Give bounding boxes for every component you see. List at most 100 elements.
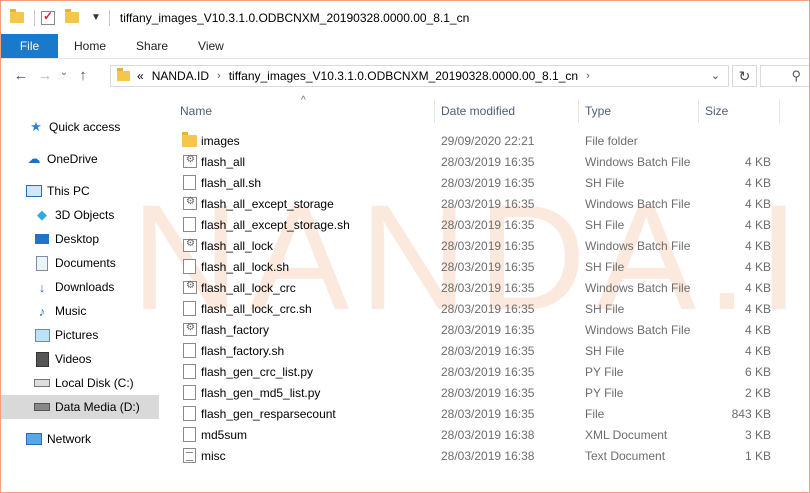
file-type: XML Document: [585, 427, 668, 442]
column-divider[interactable]: [779, 99, 780, 123]
search-box[interactable]: ⚲: [760, 65, 809, 87]
column-header-name[interactable]: Name: [180, 97, 212, 125]
breadcrumb-nanda-id[interactable]: NANDA.ID: [152, 69, 209, 83]
file-type: SH File: [585, 217, 625, 232]
tab-file[interactable]: File: [1, 34, 58, 58]
file-name: md5sum: [201, 427, 248, 442]
file-size: 4 KB: [744, 154, 771, 169]
tab-home[interactable]: Home: [58, 34, 121, 58]
file-type: Windows Batch File: [585, 280, 691, 295]
table-row[interactable]: flash_all.sh 28/03/2019 16:35 SH File 4 KB: [171, 172, 781, 193]
address-overflow[interactable]: «: [137, 69, 144, 83]
file-date-modified: 28/03/2019 16:35: [441, 259, 535, 274]
ribbon-tabs: File Home Share View: [1, 34, 809, 59]
forward-arrow-icon[interactable]: →: [33, 67, 57, 84]
refresh-icon[interactable]: ↻: [732, 65, 757, 87]
table-row[interactable]: images 29/09/2020 22:21 File folder: [171, 130, 781, 151]
file-date-modified: 28/03/2019 16:38: [441, 427, 535, 442]
sidebar-item-3d-objects[interactable]: ◆ 3D Objects: [1, 203, 192, 227]
file-name: flash_factory: [201, 322, 270, 337]
file-icon: [183, 217, 196, 232]
column-divider[interactable]: [434, 99, 435, 123]
sidebar-item-videos[interactable]: Videos: [1, 347, 192, 371]
breadcrumb-chevron-icon[interactable]: ›: [217, 70, 221, 82]
table-row[interactable]: flash_all_lock_crc.sh 28/03/2019 16:35 SH …: [171, 298, 781, 319]
address-dropdown-chevron-icon[interactable]: ⌄: [711, 69, 720, 82]
sidebar-item-quick-access[interactable]: ★ Quick access: [1, 115, 186, 139]
sidebar-item-label: Local Disk (C:): [55, 376, 134, 390]
sidebar-item-label: Downloads: [55, 280, 115, 294]
column-header-date-modified[interactable]: Date modified: [441, 97, 515, 125]
sidebar-item-local-disk-c[interactable]: Local Disk (C:): [1, 371, 192, 395]
sidebar-item-label: Data Media (D:): [55, 400, 140, 414]
sidebar-item-label: Videos: [55, 352, 92, 366]
batch-file-icon: [183, 280, 197, 294]
sidebar-item-onedrive[interactable]: ☁ OneDrive: [1, 147, 184, 171]
sidebar-item-label: 3D Objects: [55, 208, 115, 222]
table-row[interactable]: flash_factory 28/03/2019 16:35 Windows Bat…: [171, 319, 781, 340]
sidebar-item-this-pc[interactable]: This PC: [1, 179, 184, 203]
table-row[interactable]: flash_all_lock.sh 28/03/2019 16:35 SH File…: [171, 256, 781, 277]
tab-share[interactable]: Share: [121, 34, 183, 58]
table-row[interactable]: flash_gen_resparsecount 28/03/2019 16:35 F…: [171, 403, 781, 424]
customize-toolbar-chevron-down-icon[interactable]: ▼: [91, 12, 101, 23]
folder-icon[interactable]: [10, 9, 24, 23]
sidebar-item-label: Music: [55, 304, 87, 318]
table-row[interactable]: flash_all_lock_crc 28/03/2019 16:35 Window…: [171, 277, 781, 298]
table-row[interactable]: flash_all_except_storage.sh 28/03/2019 16…: [171, 214, 781, 235]
network-icon: [26, 431, 42, 447]
file-type: PY File: [585, 385, 624, 400]
back-arrow-icon[interactable]: ←: [9, 67, 33, 84]
address-bar[interactable]: « NANDA.ID › tiffany_images_V10.3.1.0.OD…: [110, 65, 729, 87]
file-type: SH File: [585, 343, 625, 358]
window-title: tiffany_images_V10.3.1.0.ODBCNXM_2019032…: [119, 10, 470, 25]
up-arrow-icon[interactable]: ↑: [71, 67, 95, 84]
batch-file-icon: [183, 238, 197, 252]
sidebar-item-pictures[interactable]: Pictures: [1, 323, 192, 347]
sidebar-item-network[interactable]: Network: [1, 427, 184, 451]
column-divider[interactable]: [698, 99, 699, 123]
file-size: 4 KB: [744, 259, 771, 274]
breadcrumb-chevron-icon[interactable]: ›: [586, 70, 590, 82]
table-row[interactable]: md5sum 28/03/2019 16:38 XML Document 3 KB: [171, 424, 781, 445]
file-size: 1 KB: [744, 448, 771, 463]
sidebar-item-label: This PC: [47, 184, 90, 198]
table-row[interactable]: flash_gen_crc_list.py 28/03/2019 16:35 PY …: [171, 361, 781, 382]
sidebar-item-label: Desktop: [55, 232, 100, 246]
file-date-modified: 28/03/2019 16:35: [441, 364, 535, 379]
properties-icon[interactable]: [41, 9, 55, 25]
new-folder-icon[interactable]: [65, 9, 79, 23]
sidebar-item-music[interactable]: ♪ Music: [1, 299, 192, 323]
file-type: SH File: [585, 259, 625, 274]
table-row[interactable]: flash_factory.sh 28/03/2019 16:35 SH File 4…: [171, 340, 781, 361]
file-size: 3 KB: [744, 427, 771, 442]
file-name: images: [201, 133, 240, 148]
column-header-type[interactable]: Type: [585, 97, 611, 125]
column-header-size[interactable]: Size: [705, 97, 728, 125]
column-divider[interactable]: [578, 99, 579, 123]
batch-file-icon: [183, 322, 197, 336]
sidebar-item-desktop[interactable]: Desktop: [1, 227, 192, 251]
file-size: 843 KB: [731, 406, 771, 421]
video-icon: [34, 351, 50, 367]
sidebar-item-downloads[interactable]: ↓ Downloads: [1, 275, 192, 299]
sidebar-item-documents[interactable]: Documents: [1, 251, 192, 275]
tab-view[interactable]: View: [183, 34, 239, 58]
breadcrumb-current-folder[interactable]: tiffany_images_V10.3.1.0.ODBCNXM_2019032…: [229, 69, 578, 83]
table-row[interactable]: flash_all_lock 28/03/2019 16:35 Windows Ba…: [171, 235, 781, 256]
recent-locations-chevron-icon[interactable]: ⌄: [57, 67, 71, 84]
file-name: misc: [201, 448, 226, 463]
download-icon: ↓: [38, 279, 46, 295]
file-name: flash_factory.sh: [201, 343, 285, 358]
file-name: flash_all_lock.sh: [201, 259, 290, 274]
file-type: File folder: [585, 133, 638, 148]
file-date-modified: 28/03/2019 16:35: [441, 343, 535, 358]
file-date-modified: 28/03/2019 16:35: [441, 238, 535, 253]
drive-icon: [34, 399, 50, 415]
table-row[interactable]: flash_gen_md5_list.py 28/03/2019 16:35 PY …: [171, 382, 781, 403]
table-row[interactable]: misc 28/03/2019 16:38 Text Document 1 KB: [171, 445, 781, 466]
table-row[interactable]: flash_all 28/03/2019 16:35 Windows Batch F…: [171, 151, 781, 172]
sidebar-item-data-media-d[interactable]: Data Media (D:): [1, 395, 159, 419]
table-row[interactable]: flash_all_except_storage 28/03/2019 16:35…: [171, 193, 781, 214]
file-type: SH File: [585, 175, 625, 190]
